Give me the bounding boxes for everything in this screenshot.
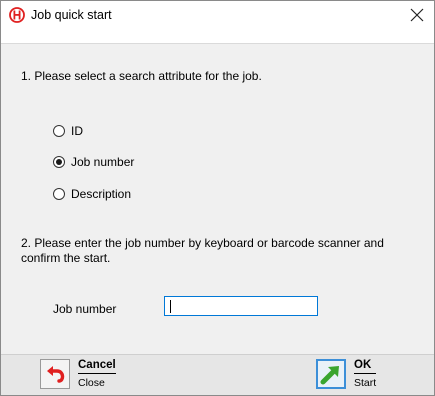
radio-circle[interactable] bbox=[53, 188, 65, 200]
dialog-footer: Cancel Close OK Start bbox=[1, 354, 434, 395]
radio-description-label: Description bbox=[71, 187, 132, 201]
job-quick-start-dialog: Job quick start 1. Please select a searc… bbox=[0, 0, 435, 396]
cancel-button[interactable]: Cancel Close bbox=[40, 359, 116, 389]
ok-sublabel: Start bbox=[354, 377, 377, 389]
title-bar: Job quick start bbox=[1, 1, 434, 31]
undo-arrow-icon[interactable] bbox=[40, 359, 70, 389]
radio-description[interactable]: Description bbox=[53, 187, 131, 201]
green-arrow-icon[interactable] bbox=[316, 359, 346, 389]
step2-instruction: 2. Please enter the job number by keyboa… bbox=[21, 236, 384, 265]
radio-id[interactable]: ID bbox=[53, 124, 83, 138]
job-number-input[interactable] bbox=[164, 296, 318, 316]
close-icon bbox=[410, 8, 424, 25]
ok-label: OK bbox=[354, 359, 377, 374]
text-caret bbox=[170, 300, 171, 313]
cancel-label: Cancel bbox=[78, 359, 116, 374]
window-title: Job quick start bbox=[31, 8, 112, 22]
radio-job-number-label: Job number bbox=[71, 155, 135, 169]
close-button[interactable] bbox=[402, 1, 432, 31]
radio-job-number[interactable]: Job number bbox=[53, 155, 134, 169]
cancel-sublabel: Close bbox=[78, 377, 105, 389]
dialog-body: 1. Please select a search attribute for … bbox=[1, 43, 434, 356]
radio-circle[interactable] bbox=[53, 125, 65, 137]
job-number-label: Job number bbox=[53, 302, 117, 316]
ok-button[interactable]: OK Start bbox=[316, 359, 377, 389]
app-logo-icon bbox=[9, 7, 25, 26]
radio-id-label: ID bbox=[71, 124, 83, 138]
step1-instruction: 1. Please select a search attribute for … bbox=[21, 69, 262, 83]
radio-circle-selected[interactable] bbox=[53, 156, 65, 168]
